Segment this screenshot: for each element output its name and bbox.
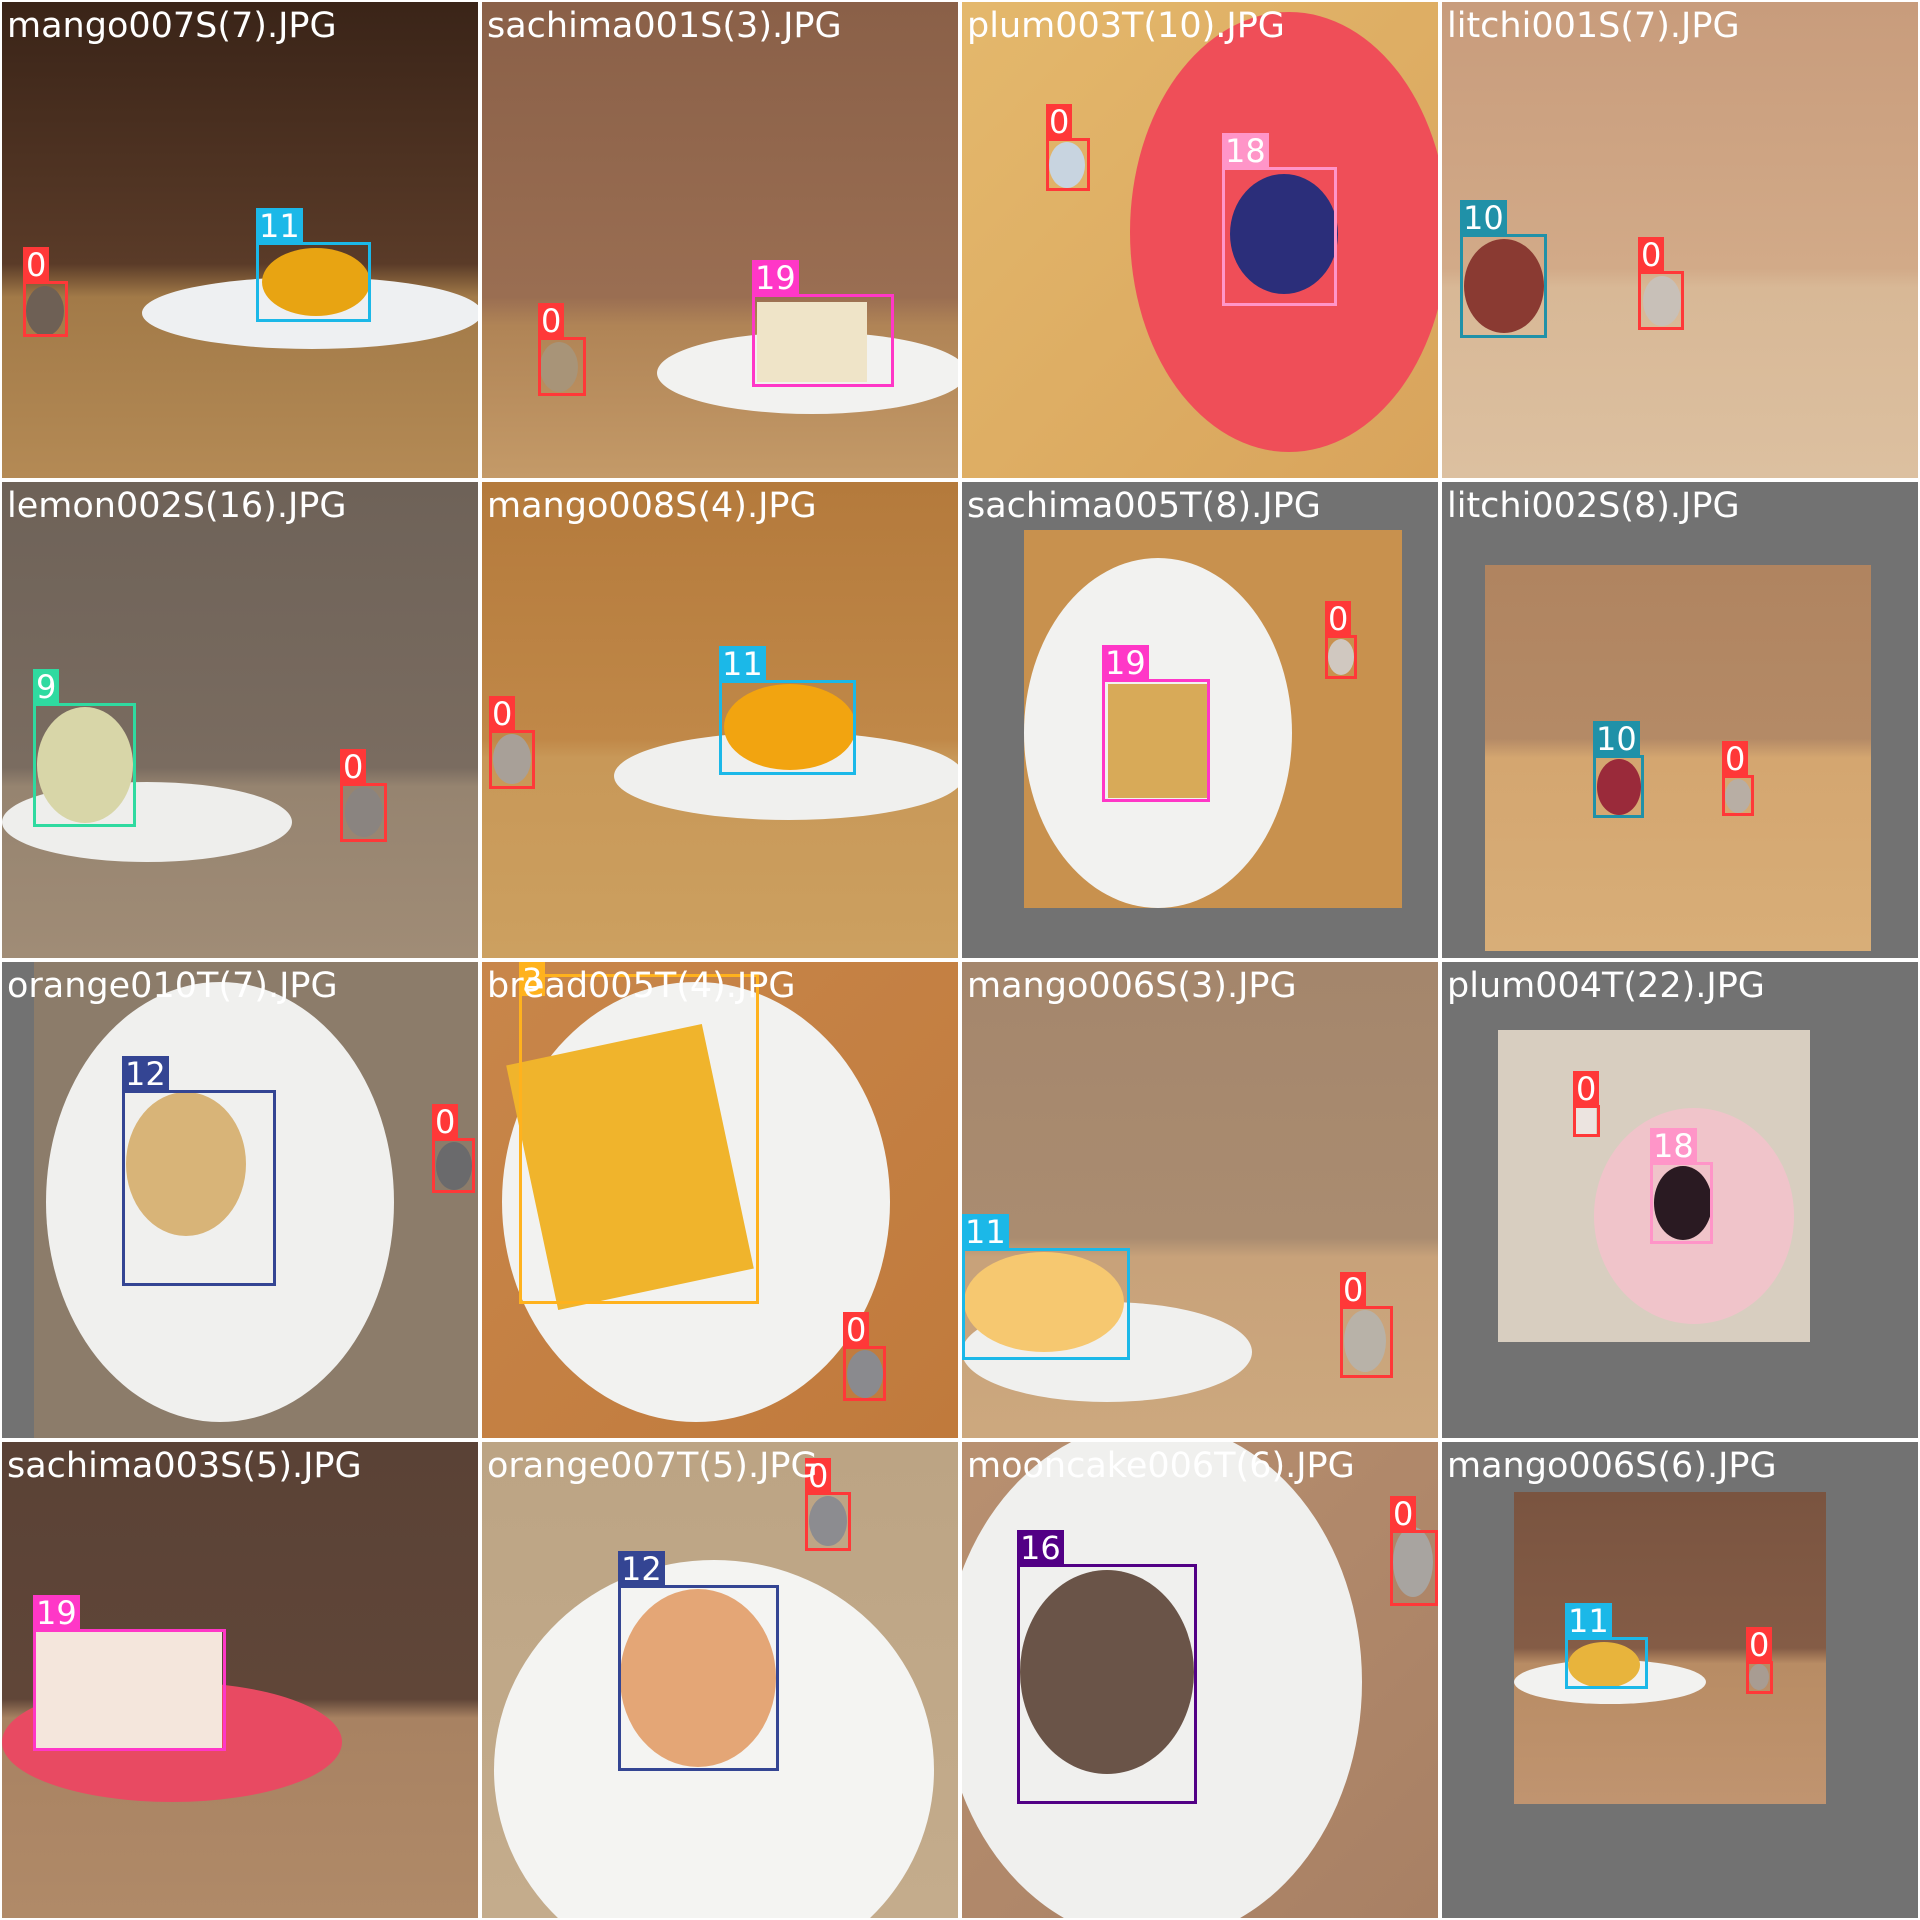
bbox-0: [23, 281, 68, 337]
bbox-0: [1593, 755, 1644, 818]
tile-filename: mango008S(4).JPG: [487, 486, 817, 526]
bbox-1: [719, 680, 856, 775]
image-tile: 10 0 litchi001S(7).JPG: [1442, 2, 1918, 478]
image-tile: 11 0 mango006S(6).JPG: [1442, 1442, 1918, 1918]
bbox-0: [122, 1090, 276, 1286]
bbox-1: [1325, 635, 1357, 679]
photo: [1514, 1492, 1826, 1804]
bbox-0: [538, 337, 586, 396]
image-tile: 9 0 lemon002S(16).JPG: [2, 482, 478, 958]
tile-filename: orange010T(7).JPG: [7, 966, 338, 1006]
bbox-label-1: 0: [843, 1312, 870, 1348]
bbox-label-0: 12: [122, 1056, 169, 1092]
bbox-1: [1390, 1530, 1438, 1606]
bbox-label-0: 0: [1046, 104, 1073, 140]
bbox-label-0: 19: [33, 1595, 80, 1631]
tile-filename: litchi001S(7).JPG: [1447, 6, 1740, 46]
bbox-label-0: 11: [1565, 1603, 1612, 1639]
tile-filename: mooncake006T(6).JPG: [967, 1446, 1355, 1486]
image-tile: 3 0 bread005T(4).JPG: [482, 962, 958, 1438]
bbox-label-1: 11: [719, 646, 766, 682]
bbox-label-1: 19: [752, 260, 799, 296]
bbox-label-0: 11: [962, 1214, 1009, 1250]
bbox-label-1: 0: [432, 1104, 459, 1140]
image-tile: 0 11 mango007S(7).JPG: [2, 2, 478, 478]
bbox-1: [340, 783, 387, 842]
bbox-label-1: 0: [1340, 1272, 1367, 1308]
bbox-label-0: 10: [1593, 721, 1640, 757]
bbox-1: [1340, 1306, 1393, 1378]
tile-filename: mango006S(6).JPG: [1447, 1446, 1777, 1486]
bbox-label-1: 12: [618, 1551, 665, 1587]
mosaic-grid: 0 11 mango007S(7).JPG 0 19 sachima001S(3…: [0, 0, 1920, 1920]
bbox-0: [1460, 234, 1547, 338]
bbox-label-1: 11: [256, 208, 303, 244]
bbox-1: [1222, 167, 1337, 306]
image-tile: 0 11 mango008S(4).JPG: [482, 482, 958, 958]
tile-filename: mango007S(7).JPG: [7, 6, 337, 46]
bbox-label-0: 19: [1102, 645, 1149, 681]
image-tile: 19 0 sachima005T(8).JPG: [962, 482, 1438, 958]
image-tile: 10 0 litchi002S(8).JPG: [1442, 482, 1918, 958]
image-tile: 16 0 mooncake006T(6).JPG: [962, 1442, 1438, 1918]
bbox-label-0: 0: [489, 696, 516, 732]
image-tile: 12 0 orange010T(7).JPG: [2, 962, 478, 1438]
tile-filename: orange007T(5).JPG: [487, 1446, 818, 1486]
image-tile: 0 12 orange007T(5).JPG: [482, 1442, 958, 1918]
tile-filename: bread005T(4).JPG: [487, 966, 796, 1006]
bbox-1: [1746, 1661, 1773, 1694]
bbox-label-1: 0: [1390, 1496, 1417, 1532]
bbox-label-1: 18: [1650, 1128, 1697, 1164]
photo: [1024, 530, 1402, 908]
bbox-1: [1638, 271, 1684, 330]
bbox-0: [33, 703, 136, 827]
image-tile: 0 19 sachima001S(3).JPG: [482, 2, 958, 478]
bbox-label-0: 10: [1460, 200, 1507, 236]
tile-filename: sachima003S(5).JPG: [7, 1446, 362, 1486]
tile-filename: sachima001S(3).JPG: [487, 6, 842, 46]
bbox-1: [432, 1138, 475, 1193]
bbox-label-1: 18: [1222, 133, 1269, 169]
tile-filename: litchi002S(8).JPG: [1447, 486, 1740, 526]
bbox-1: [843, 1346, 886, 1401]
bbox-label-1: 0: [1746, 1627, 1773, 1663]
bbox-1: [618, 1585, 779, 1771]
bbox-0: [1102, 679, 1210, 802]
bbox-0: [1017, 1564, 1197, 1804]
tile-filename: plum004T(22).JPG: [1447, 966, 1765, 1006]
tile-filename: mango006S(3).JPG: [967, 966, 1297, 1006]
bbox-label-0: 0: [23, 247, 50, 283]
bbox-0: [489, 730, 535, 789]
image-tile: 19 sachima003S(5).JPG: [2, 1442, 478, 1918]
bbox-0: [1573, 1105, 1600, 1137]
image-tile: 0 18 plum003T(10).JPG: [962, 2, 1438, 478]
bbox-label-1: 0: [1325, 601, 1352, 637]
bbox-1: [1650, 1162, 1713, 1244]
image-tile: 11 0 mango006S(3).JPG: [962, 962, 1438, 1438]
bbox-0: [33, 1629, 226, 1751]
bbox-0: [805, 1492, 851, 1551]
bbox-label-1: 0: [340, 749, 367, 785]
photo: [1485, 565, 1871, 951]
bbox-0: [1565, 1637, 1648, 1689]
tile-filename: sachima005T(8).JPG: [967, 486, 1321, 526]
tile-filename: plum003T(10).JPG: [967, 6, 1285, 46]
bbox-label-0: 0: [538, 303, 565, 339]
bbox-label-0: 16: [1017, 1530, 1064, 1566]
tile-filename: lemon002S(16).JPG: [7, 486, 347, 526]
bbox-1: [752, 294, 894, 387]
bbox-label-1: 0: [1638, 237, 1665, 273]
image-tile: 0 18 plum004T(22).JPG: [1442, 962, 1918, 1438]
bbox-0: [1046, 138, 1090, 191]
bbox-label-0: 9: [33, 669, 60, 705]
bbox-1: [256, 242, 371, 322]
bbox-label-0: 0: [1573, 1071, 1600, 1107]
bbox-label-1: 0: [1722, 741, 1749, 777]
bbox-0: [519, 974, 759, 1304]
bbox-0: [962, 1248, 1130, 1360]
bbox-1: [1722, 775, 1754, 816]
